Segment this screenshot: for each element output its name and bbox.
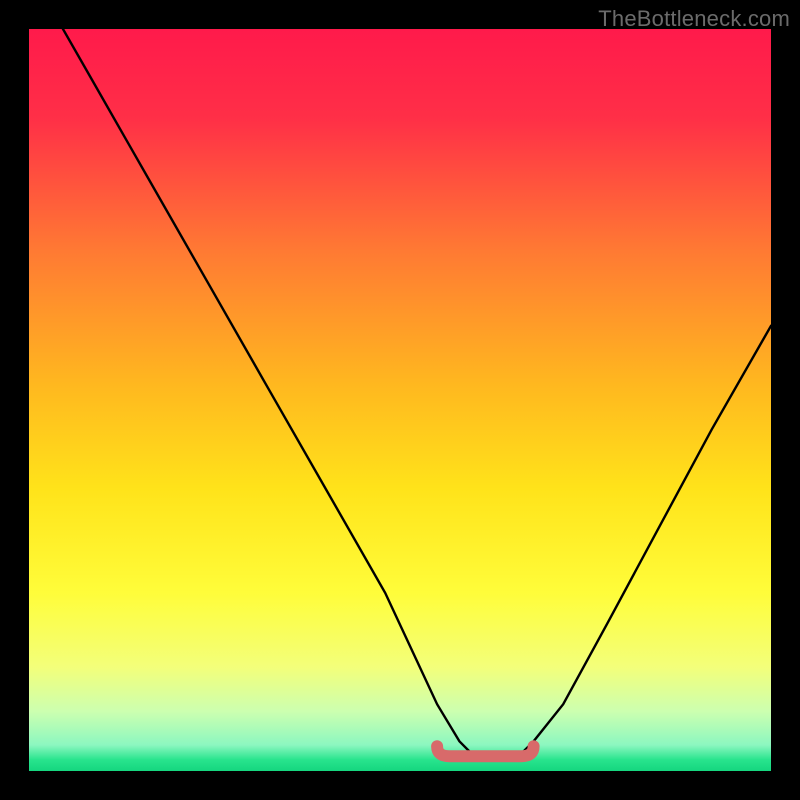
curve-layer xyxy=(29,29,771,771)
plot-area xyxy=(29,29,771,771)
bottleneck-curve xyxy=(29,29,771,760)
watermark-text: TheBottleneck.com xyxy=(598,6,790,32)
chart-frame: TheBottleneck.com xyxy=(0,0,800,800)
optimal-range-marker xyxy=(437,746,533,756)
